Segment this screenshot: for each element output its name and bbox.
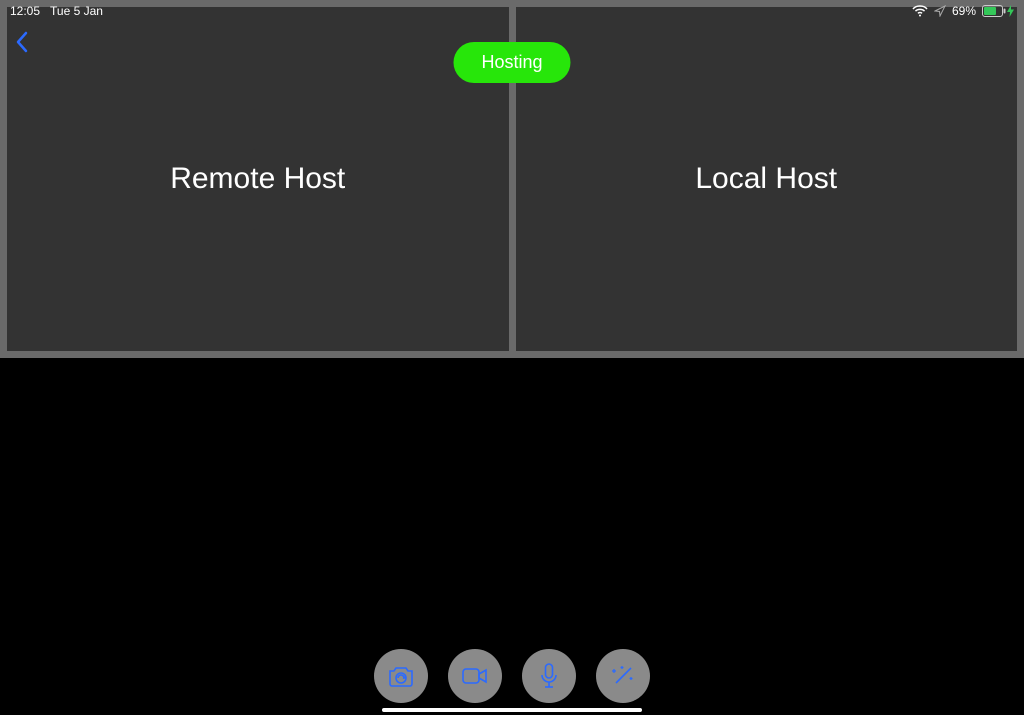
toggle-video-button[interactable] bbox=[448, 649, 502, 703]
status-bar: 12:05 Tue 5 Jan 69% bbox=[0, 0, 1024, 22]
call-toolbar bbox=[374, 649, 650, 703]
remote-host-tile[interactable]: Remote Host bbox=[7, 7, 509, 351]
remote-host-label: Remote Host bbox=[170, 162, 345, 196]
status-time: 12:05 bbox=[10, 4, 40, 18]
sparkle-icon bbox=[610, 663, 636, 689]
flip-camera-button[interactable] bbox=[374, 649, 428, 703]
effects-button[interactable] bbox=[596, 649, 650, 703]
hosting-label: Hosting bbox=[481, 52, 542, 72]
video-area: 12:05 Tue 5 Jan 69% bbox=[0, 0, 1024, 358]
wifi-icon bbox=[912, 5, 928, 17]
video-icon bbox=[461, 666, 489, 686]
camera-icon bbox=[387, 664, 415, 688]
status-date: Tue 5 Jan bbox=[50, 4, 103, 18]
back-button[interactable] bbox=[14, 30, 30, 54]
mic-icon bbox=[539, 662, 559, 690]
toggle-mic-button[interactable] bbox=[522, 649, 576, 703]
charging-icon bbox=[1007, 5, 1014, 17]
location-icon bbox=[934, 5, 946, 17]
home-indicator[interactable] bbox=[382, 708, 642, 712]
local-host-tile[interactable]: Local Host bbox=[516, 7, 1018, 351]
battery-icon bbox=[982, 5, 1014, 17]
hosting-status-pill[interactable]: Hosting bbox=[453, 42, 570, 83]
local-host-label: Local Host bbox=[695, 162, 837, 196]
battery-percent: 69% bbox=[952, 4, 976, 18]
